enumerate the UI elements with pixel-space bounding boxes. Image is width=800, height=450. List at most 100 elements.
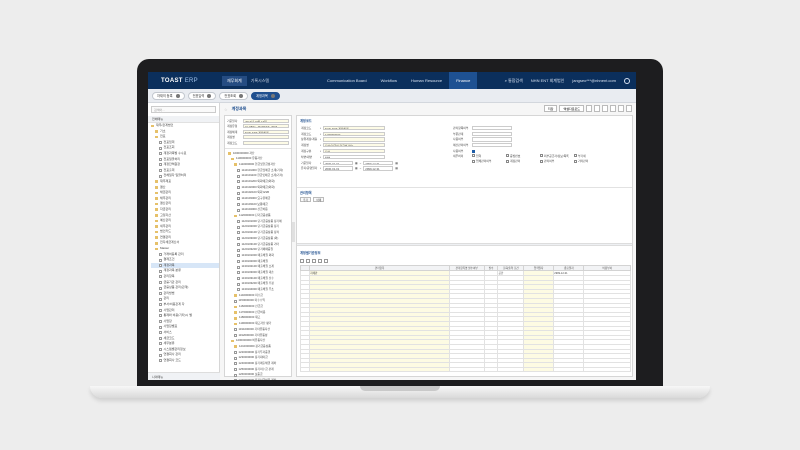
document-icon (234, 350, 237, 354)
filter-input[interactable]: NHN ENT 계정체계 (243, 129, 289, 134)
module-tab[interactable]: Workflow (374, 72, 404, 89)
field-input[interactable] (472, 137, 512, 142)
module-tab[interactable]: Finance (449, 72, 478, 89)
option-checkbox[interactable]: 입력 (472, 154, 506, 158)
module-tab[interactable]: Communication Board (320, 72, 374, 89)
nav-primary[interactable]: 재무회계 (221, 75, 247, 86)
user-company[interactable]: NHN ENT 회계법인 (531, 78, 565, 84)
date-from-input[interactable]: 2000-01-01 (322, 166, 353, 171)
search-icon[interactable]: ⌕ 통합검색 (505, 78, 523, 84)
expand-icon[interactable] (618, 105, 624, 112)
option-checkbox[interactable]: 업체관리여부 (472, 159, 506, 163)
splitter-left[interactable] (292, 222, 295, 242)
grid-cell[interactable] (523, 366, 555, 373)
sidebar-search-input[interactable]: 검색어... (151, 106, 216, 113)
grid-cell[interactable] (299, 366, 311, 373)
grid-up-icon[interactable] (312, 259, 316, 263)
option-checkbox[interactable]: 관리여부 (540, 159, 574, 163)
checkbox[interactable] (574, 159, 577, 163)
excel-button[interactable]: 엑셀다운로드 (559, 105, 584, 112)
panel-divider[interactable] (297, 243, 632, 246)
detail-left-fields: 계정코드 • NHN ENT 계정체계 계정코드 • 1100000000 상위계정/계층 •… (301, 125, 431, 171)
grid-add-icon[interactable] (300, 259, 304, 263)
option-label: 계정관리 (510, 159, 521, 164)
document-icon (159, 252, 162, 256)
checkbox[interactable] (574, 154, 577, 158)
power-icon[interactable] (624, 77, 630, 84)
grid-excel-icon[interactable] (324, 259, 328, 263)
sidebar-footer[interactable]: 나의메뉴 (148, 372, 220, 380)
filter-input[interactable]: 2017년 10월 16일 (243, 118, 289, 123)
user-email[interactable]: jangseo***@nhnent.com (572, 78, 616, 83)
field-input[interactable]: 자산(현금및 현금성자산) (322, 143, 385, 148)
checkbox[interactable] (540, 159, 543, 163)
field-input[interactable]: NHN ENT 계정체계 (322, 125, 385, 130)
grid-remove-icon[interactable] (306, 259, 310, 263)
field-input[interactable] (472, 143, 512, 148)
option-checkbox[interactable]: 부가세 (574, 154, 608, 158)
grid-cell[interactable] (497, 366, 525, 373)
tab-item[interactable]: 전표조회 (219, 91, 249, 100)
calendar-icon[interactable]: ▦ (355, 161, 358, 165)
checkbox[interactable] (472, 159, 475, 163)
close-icon[interactable] (207, 93, 212, 98)
app-logo[interactable]: TOAST ERP (161, 78, 198, 84)
settings-icon[interactable] (610, 105, 616, 112)
date-from-input[interactable]: 2000-01-01 (322, 160, 353, 165)
star-icon[interactable]: ☆ (224, 107, 228, 112)
delete-button[interactable]: 삭제 (313, 197, 325, 202)
sidebar-header[interactable]: 전체메뉴 (148, 116, 219, 123)
help-icon[interactable] (626, 105, 632, 112)
table-row[interactable] (299, 366, 631, 373)
calendar-icon[interactable]: ▦ (355, 166, 358, 170)
tab-item[interactable]: 계정과목 (251, 91, 280, 100)
option-checkbox[interactable]: 증빙번호 (506, 154, 540, 158)
field-input[interactable] (322, 137, 385, 142)
filter-input[interactable] (243, 135, 289, 140)
field-input[interactable] (472, 131, 512, 136)
checkbox[interactable] (472, 149, 475, 153)
grid-cell[interactable] (483, 366, 499, 373)
grid-cell[interactable] (309, 366, 450, 373)
filter-input[interactable] (243, 140, 289, 145)
tree-node[interactable]: 1270000000 장기선급비용 계좌 (228, 378, 288, 380)
checkbox[interactable] (472, 154, 475, 158)
field-input[interactable]: 자산 (322, 148, 385, 154)
calendar-icon[interactable]: ▦ (395, 166, 398, 170)
grid-cell[interactable] (448, 366, 485, 373)
tab-item[interactable]: 전표입력 (187, 91, 217, 100)
grid-cell[interactable] (553, 366, 585, 373)
close-icon[interactable] (175, 93, 180, 98)
refresh-icon[interactable] (594, 105, 600, 112)
checkbox[interactable] (540, 154, 543, 158)
field-label: 계정코드 (301, 131, 312, 136)
tab-item[interactable]: 자재의 등록 (152, 91, 185, 100)
module-tab[interactable]: Human Resource (404, 72, 449, 89)
field-input[interactable]: 1100000000 (322, 131, 385, 136)
document-icon (237, 276, 240, 280)
close-icon[interactable] (239, 93, 244, 98)
print-icon[interactable] (586, 105, 592, 112)
field-label: 관리항목여부 (453, 125, 469, 130)
field-input[interactable]: 차변 (322, 154, 385, 159)
option-checkbox[interactable]: 계정관리 (506, 159, 540, 163)
filter-input[interactable]: GLOBAL_MARKET_2015 (243, 124, 289, 129)
calendar-icon[interactable]: ▦ (395, 161, 398, 165)
checkbox[interactable] (506, 159, 509, 163)
checkbox[interactable] (506, 154, 509, 158)
grid-cell[interactable] (583, 366, 631, 373)
nav-secondary[interactable]: 기록시스템 (251, 78, 269, 84)
laptop-notch (360, 386, 440, 391)
save-button[interactable]: 저장 (543, 105, 558, 112)
field-input[interactable] (472, 125, 512, 130)
copy-icon[interactable] (602, 105, 608, 112)
option-checkbox[interactable]: 외부공급자/정보/목록 (540, 154, 574, 158)
grid-down-icon[interactable] (318, 259, 322, 263)
document-icon (237, 220, 240, 224)
date-to-input[interactable]: 2999-12-31 (363, 166, 394, 171)
close-icon[interactable] (270, 93, 275, 98)
option-checkbox[interactable]: 기타관리 (574, 159, 608, 163)
date-to-input[interactable]: 2999-12-31 (363, 160, 394, 165)
sidebar-item[interactable]: 연결회사 코드 (151, 358, 219, 364)
add-button[interactable]: 추가 (300, 197, 312, 202)
